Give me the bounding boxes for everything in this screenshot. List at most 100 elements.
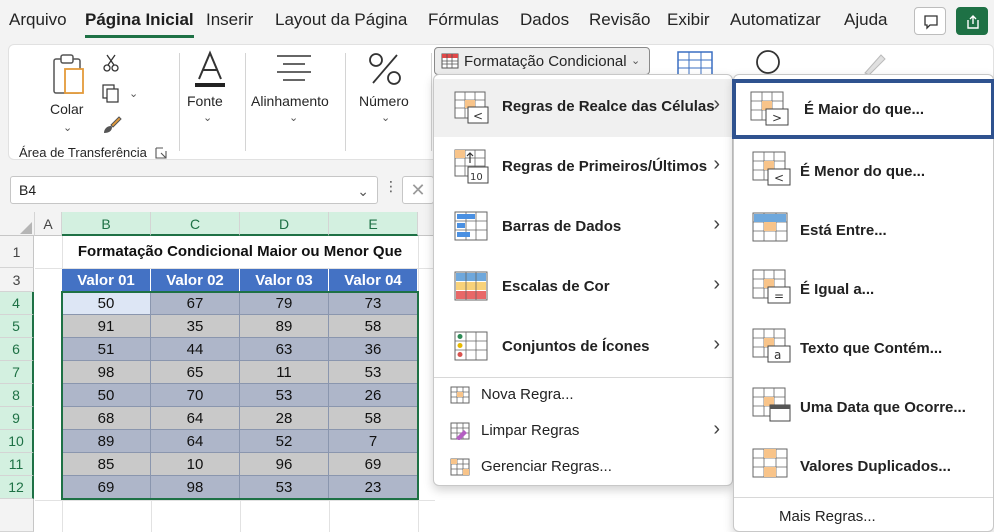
data-cell[interactable]: 98 [62,361,151,384]
tab-formulas[interactable]: Fórmulas [428,10,499,30]
data-cell[interactable]: 85 [62,453,151,476]
dialog-launcher-icon[interactable] [155,147,167,159]
data-cell[interactable]: 89 [62,430,151,453]
tab-automatizar[interactable]: Automatizar [730,10,821,30]
column-header-d[interactable]: D [240,212,329,236]
submenu-item-date-occurring[interactable]: Uma Data que Ocorre... [734,379,993,437]
row-header-4[interactable]: 4 [0,292,34,315]
data-cell[interactable]: 50 [62,292,151,315]
row-header-12[interactable]: 12 [0,476,34,499]
number-group[interactable]: Número ⌄ [345,45,431,161]
data-cell[interactable]: 73 [329,292,418,315]
data-cell[interactable]: 28 [240,407,329,430]
data-cell[interactable]: 10 [151,453,240,476]
tab-layout-da-pagina[interactable]: Layout da Página [275,10,407,30]
tab-arquivo[interactable]: Arquivo [9,10,67,30]
data-cell[interactable]: 50 [62,384,151,407]
data-cell[interactable]: 35 [151,315,240,338]
menu-item-icon-sets[interactable]: Conjuntos de Ícones › [434,319,732,377]
data-cell[interactable]: 67 [151,292,240,315]
data-cell[interactable]: 79 [240,292,329,315]
select-all-corner[interactable] [0,212,35,236]
row-header-9[interactable]: 9 [0,407,34,430]
column-header-a[interactable]: A [35,212,62,236]
add-in-icon[interactable] [859,49,889,75]
data-cell[interactable]: 26 [329,384,418,407]
submenu-item-text-contains[interactable]: a Texto que Contém... [734,320,993,378]
row-header-6[interactable]: 6 [0,338,34,361]
chevron-down-icon[interactable]: ⌄ [357,183,369,200]
menu-item-data-bars[interactable]: Barras de Dados › [434,199,732,257]
tab-revisao[interactable]: Revisão [589,10,650,30]
search-icon[interactable] [753,49,783,75]
column-title-valor-03[interactable]: Valor 03 [240,269,329,292]
menu-item-clear-rules[interactable]: Limpar Regras › [434,413,732,449]
row-header-7[interactable]: 7 [0,361,34,384]
submenu-item-greater-than[interactable]: > É Maior do que... [732,79,994,139]
data-cell[interactable]: 53 [329,361,418,384]
cancel-entry-button[interactable]: ✕ [402,176,434,204]
column-title-valor-04[interactable]: Valor 04 [329,269,418,292]
data-cell[interactable]: 36 [329,338,418,361]
submenu-item-equal-to[interactable]: = É Igual a... [734,261,993,319]
row-header-13[interactable] [0,499,34,532]
tab-inserir[interactable]: Inserir [206,10,253,30]
menu-item-highlight-cells-rules[interactable]: < Regras de Realce das Células › [434,79,732,137]
submenu-item-less-than[interactable]: < É Menor do que... [734,143,993,201]
data-cell[interactable]: 7 [329,430,418,453]
row-header-1[interactable]: 1 [0,236,34,268]
row-header-10[interactable]: 10 [0,430,34,453]
data-cell[interactable]: 68 [62,407,151,430]
data-cell[interactable]: 64 [151,407,240,430]
format-painter-icon[interactable] [101,113,123,135]
column-header-b[interactable]: B [62,212,151,236]
paste-button[interactable]: Colar ⌄ [41,51,95,134]
comments-button[interactable] [914,7,946,35]
row-header-3[interactable]: 3 [0,268,34,292]
data-cell[interactable]: 58 [329,315,418,338]
name-box[interactable]: B4 ⌄ [10,176,378,204]
data-cell[interactable]: 53 [240,384,329,407]
submenu-item-duplicate-values[interactable]: Valores Duplicados... [734,438,993,496]
data-cell[interactable]: 65 [151,361,240,384]
tab-pagina-inicial[interactable]: Página Inicial [85,10,194,38]
more-options-icon[interactable]: ⋮ [384,178,398,195]
data-cell[interactable]: 11 [240,361,329,384]
menu-item-manage-rules[interactable]: Gerenciar Regras... [434,449,732,485]
tab-dados[interactable]: Dados [520,10,569,30]
column-header-e[interactable]: E [329,212,418,236]
data-cell[interactable]: 89 [240,315,329,338]
data-cell[interactable]: 23 [329,476,418,499]
font-group[interactable]: Fonte ⌄ [179,45,245,161]
data-cell[interactable]: 51 [62,338,151,361]
copy-icon[interactable] [101,83,121,103]
data-cell[interactable]: 98 [151,476,240,499]
column-title-valor-01[interactable]: Valor 01 [62,269,151,292]
submenu-item-more-rules[interactable]: Mais Regras... [734,499,993,532]
data-cell[interactable]: 52 [240,430,329,453]
row-header-11[interactable]: 11 [0,453,34,476]
sheet-title[interactable]: Formatação Condicional Maior ou Menor Qu… [62,238,418,266]
data-cell[interactable]: 53 [240,476,329,499]
data-cell[interactable]: 96 [240,453,329,476]
cut-icon[interactable] [101,53,121,73]
chevron-down-icon[interactable]: ⌄ [129,87,138,100]
data-cell[interactable]: 69 [62,476,151,499]
data-cell[interactable]: 64 [151,430,240,453]
row-header-8[interactable]: 8 [0,384,34,407]
menu-item-new-rule[interactable]: Nova Regra... [434,377,732,413]
menu-item-color-scales[interactable]: Escalas de Cor › [434,259,732,317]
tab-ajuda[interactable]: Ajuda [844,10,887,30]
submenu-item-between[interactable]: Está Entre... [734,202,993,260]
data-cell[interactable]: 91 [62,315,151,338]
data-cell[interactable]: 69 [329,453,418,476]
data-cell[interactable]: 44 [151,338,240,361]
data-cell[interactable]: 70 [151,384,240,407]
data-cell[interactable]: 58 [329,407,418,430]
data-cell[interactable]: 63 [240,338,329,361]
tab-exibir[interactable]: Exibir [667,10,710,30]
column-header-c[interactable]: C [151,212,240,236]
conditional-formatting-button[interactable]: Formatação Condicional ⌄ [434,47,650,75]
row-header-5[interactable]: 5 [0,315,34,338]
menu-item-top-bottom-rules[interactable]: 10 Regras de Primeiros/Últimos › [434,139,732,197]
